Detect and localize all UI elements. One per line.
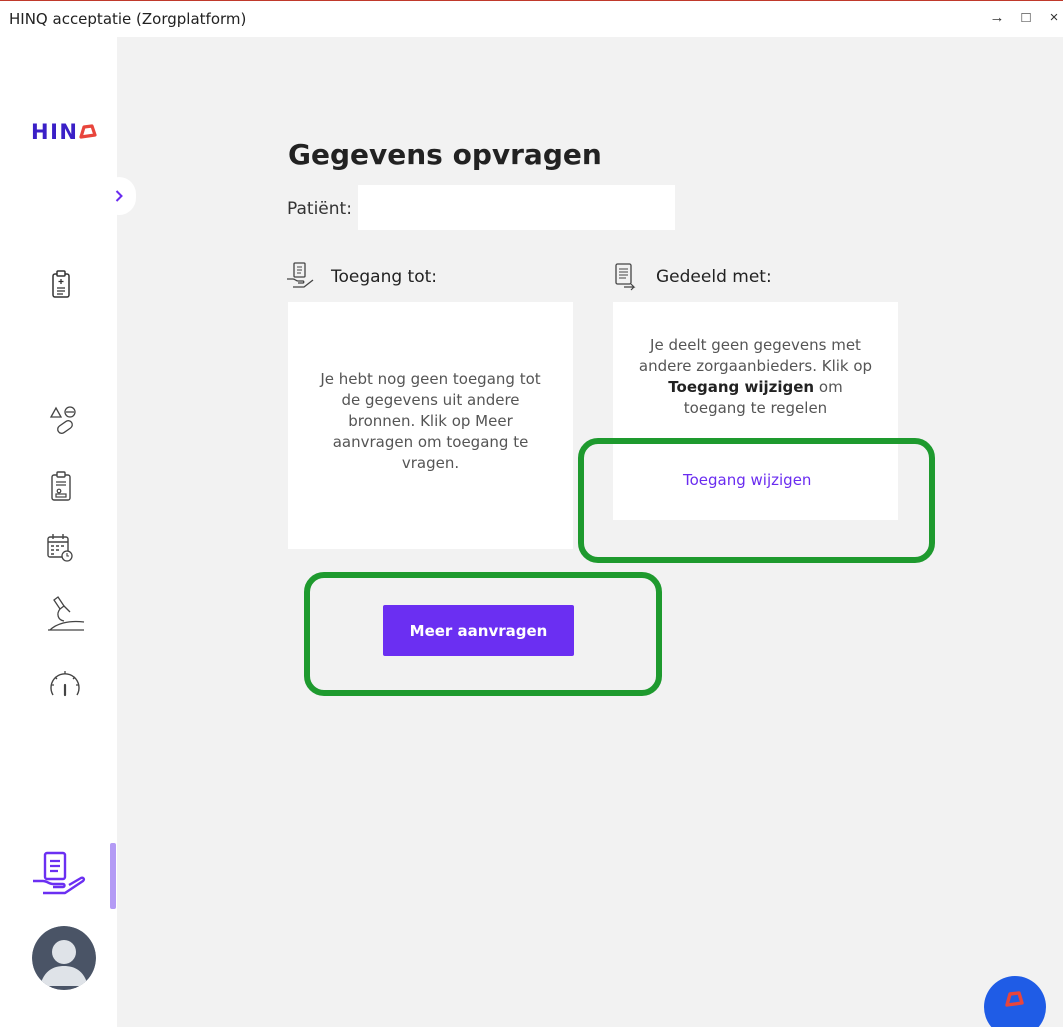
- logo-text: HIN: [31, 120, 79, 144]
- hand-document-icon: [287, 262, 314, 288]
- snap-arrow-icon[interactable]: →: [988, 8, 1006, 28]
- title-bar: HINQ acceptatie (Zorgplatform) → □ ×: [0, 1, 1063, 37]
- hinq-logo: HIN: [31, 120, 98, 144]
- lab-icon[interactable]: [46, 594, 86, 632]
- access-empty-text: Je hebt nog geen toegang tot de gegevens…: [320, 370, 541, 472]
- access-card: Je hebt nog geen toegang tot de gegevens…: [288, 302, 573, 549]
- shared-heading: Gedeeld met:: [656, 267, 772, 287]
- shared-empty-text: Je deelt geen gegevens met andere zorgaa…: [635, 335, 876, 419]
- data-access-icon[interactable]: [31, 851, 87, 897]
- shared-text-before: Je deelt geen gegevens met andere zorgaa…: [638, 336, 873, 375]
- help-fab-button[interactable]: [984, 976, 1046, 1027]
- dashboard-gauge-icon[interactable]: [46, 665, 84, 703]
- shared-document-icon: [615, 263, 636, 291]
- calendar-icon[interactable]: [46, 533, 74, 563]
- app-window: HINQ acceptatie (Zorgplatform) → □ × HIN: [0, 0, 1063, 1027]
- active-nav-indicator: [110, 843, 116, 909]
- patient-label: Patiënt:: [287, 199, 352, 219]
- page-title: Gegevens opvragen: [288, 138, 602, 171]
- sidebar: HIN: [0, 37, 136, 1027]
- medication-icon[interactable]: [48, 405, 78, 437]
- patient-record-icon[interactable]: [51, 471, 71, 501]
- window-title: HINQ acceptatie (Zorgplatform): [9, 10, 247, 28]
- user-silhouette-icon: [32, 926, 96, 990]
- close-icon[interactable]: ×: [1045, 8, 1063, 28]
- highlight-meer-aanvragen: [304, 572, 662, 696]
- clipboard-icon[interactable]: [52, 270, 70, 298]
- chevron-right-icon: [115, 190, 123, 202]
- shared-text-bold: Toegang wijzigen: [668, 378, 815, 396]
- access-heading: Toegang tot:: [331, 267, 437, 287]
- highlight-toegang-wijzigen: [578, 438, 935, 563]
- logo-mark-icon: [78, 122, 98, 140]
- avatar[interactable]: [32, 926, 96, 990]
- sidebar-expand-button[interactable]: [102, 177, 136, 215]
- logo-mark-icon: [1005, 991, 1024, 1007]
- maximize-icon[interactable]: □: [1017, 8, 1035, 28]
- patient-input[interactable]: [358, 185, 675, 230]
